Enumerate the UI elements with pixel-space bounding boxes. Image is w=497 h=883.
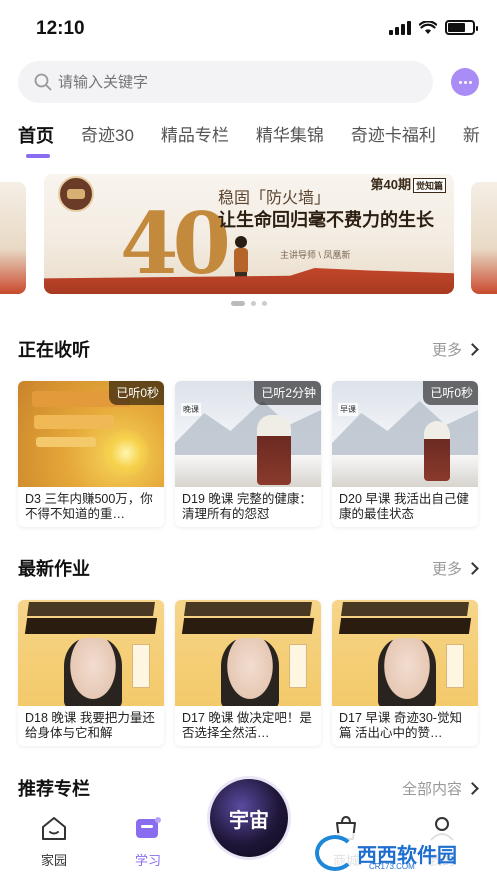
- carousel-dot[interactable]: [230, 301, 245, 306]
- battery-level: [448, 23, 466, 32]
- progress-badge: 已听0秒: [109, 381, 164, 405]
- homework-section-header: 最新作业 更多: [18, 556, 479, 580]
- card-title: D3 三年内赚500万，你不得不知道的重…: [25, 492, 153, 521]
- tab-card-benefits[interactable]: 奇迹卡福利: [351, 120, 436, 160]
- status-bar: 12:10: [0, 0, 497, 56]
- listening-card[interactable]: 晚课 已听2分钟 D19 晚课 完整的健康：清理所有的怨怼: [175, 381, 321, 527]
- tabbar-label: 家园: [40, 853, 67, 868]
- recommend-all-link[interactable]: 全部内容: [401, 778, 479, 799]
- card-title: D17 晚课 做决定吧！是否选择全然活…: [182, 711, 312, 740]
- tabbar-item-study[interactable]: 学习: [118, 815, 178, 869]
- more-label: 更多: [431, 560, 462, 578]
- card-thumbnail: 早课 已听0秒: [332, 381, 478, 487]
- more-label: 全部内容: [401, 780, 462, 798]
- tabbar-label: 宇宙: [229, 809, 269, 832]
- tabbar-label: 学习: [134, 853, 161, 868]
- study-icon: [136, 817, 161, 838]
- tab-highlights[interactable]: 精华集锦: [256, 120, 324, 160]
- status-icons: [389, 20, 478, 35]
- card-thumbnail: [18, 600, 164, 706]
- homework-more-link[interactable]: 更多: [431, 558, 479, 579]
- listening-section-header: 正在收听 更多: [18, 337, 479, 361]
- banner-prev-peek[interactable]: [0, 182, 26, 294]
- progress-badge: 已听2分钟: [254, 381, 321, 405]
- chevron-right-icon: [466, 342, 479, 356]
- more-dots-icon: [458, 80, 462, 84]
- tabbar-item-universe[interactable]: 宇宙: [210, 779, 288, 857]
- bottom-tab-bar: 家园 学习 宇宙 商城 我的 西西软件园 CR173.COM: [0, 779, 497, 883]
- tab-premium-columns[interactable]: 精品专栏: [161, 120, 229, 160]
- home-icon: [42, 817, 66, 840]
- chevron-right-icon: [466, 781, 479, 795]
- card-title: D20 早课 我活出自己健康的最佳状态: [339, 492, 469, 521]
- watermark-c-icon: [315, 835, 355, 871]
- listening-card[interactable]: 早课 已听0秒 D20 早课 我活出自己健康的最佳状态: [332, 381, 478, 527]
- status-time: 12:10: [36, 18, 85, 39]
- listening-list: 已听0秒 D3 三年内赚500万，你不得不知道的重… 晚课 已听2分钟 D19 …: [18, 381, 478, 527]
- homework-card[interactable]: D17 早课 奇迹30-觉知篇 活出心中的赞…: [332, 600, 478, 746]
- banner-issue-badge: 觉知篇: [412, 178, 446, 194]
- carousel-dots: [0, 301, 497, 306]
- tab-home[interactable]: 首页: [18, 120, 54, 160]
- more-label: 更多: [431, 341, 462, 359]
- banner-issue: 第40期 觉知篇: [370, 174, 446, 194]
- signal-icon: [389, 20, 411, 35]
- homework-card[interactable]: D18 晚课 我要把力量还给身体与它和解: [18, 600, 164, 746]
- card-thumbnail: [175, 600, 321, 706]
- banner-carousel: 40 稳固「防火墙」 让生命回归毫不费力的生长 主讲导师 \ 凤凰新 第40期觉…: [0, 174, 497, 296]
- section-title: 推荐专栏: [18, 779, 90, 799]
- brand-logo-icon: [58, 176, 94, 212]
- banner-speaker: 主讲导师 \ 凤凰新: [280, 250, 351, 260]
- search-box[interactable]: [18, 61, 433, 103]
- listening-more-link[interactable]: 更多: [431, 339, 479, 360]
- carousel-dot[interactable]: [261, 301, 267, 306]
- banner-subtitle: 让生命回归毫不费力的生长: [218, 210, 434, 230]
- card-title: D17 早课 奇迹30-觉知篇 活出心中的赞…: [339, 711, 462, 740]
- watermark-subtext: CR173.COM: [369, 862, 415, 871]
- tab-new[interactable]: 新: [463, 120, 480, 160]
- more-options-button[interactable]: [451, 68, 479, 96]
- banner-issue-number: 第40期: [370, 177, 411, 192]
- category-tabs: 首页 奇迹30 精品专栏 精华集锦 奇迹卡福利 新: [0, 120, 497, 160]
- banner-title: 稳固「防火墙」: [218, 190, 331, 207]
- banner-next-peek[interactable]: [471, 182, 497, 294]
- listening-card[interactable]: 已听0秒 D3 三年内赚500万，你不得不知道的重…: [18, 381, 164, 527]
- card-thumbnail: 晚课 已听2分钟: [175, 381, 321, 487]
- card-title: D19 晚课 完整的健康：清理所有的怨怼: [182, 492, 312, 521]
- search-icon: [34, 73, 52, 91]
- section-title: 最新作业: [18, 559, 90, 579]
- battery-icon: [445, 20, 478, 35]
- search-row: [18, 60, 479, 104]
- homework-card[interactable]: D17 晚课 做决定吧！是否选择全然活…: [175, 600, 321, 746]
- thumb-label: 早课: [338, 403, 358, 416]
- thumb-label: 晚课: [181, 403, 201, 416]
- carousel-dot[interactable]: [250, 301, 256, 306]
- card-thumbnail: 已听0秒: [18, 381, 164, 487]
- search-input[interactable]: [58, 73, 358, 91]
- wifi-icon: [419, 20, 437, 34]
- card-thumbnail: [332, 600, 478, 706]
- card-title: D18 晚课 我要把力量还给身体与它和解: [25, 711, 155, 740]
- tabbar-item-home[interactable]: 家园: [24, 815, 84, 869]
- watermark-logo: 西西软件园 CR173.COM: [309, 833, 491, 873]
- chevron-right-icon: [466, 561, 479, 575]
- homework-list: D18 晚课 我要把力量还给身体与它和解 D17 晚课 做决定吧！是否选择全然活…: [18, 600, 478, 746]
- progress-badge: 已听0秒: [423, 381, 478, 405]
- banner-slide[interactable]: 40 稳固「防火墙」 让生命回归毫不费力的生长 主讲导师 \ 凤凰新 第40期觉…: [44, 174, 454, 294]
- tab-miracle30[interactable]: 奇迹30: [81, 120, 134, 160]
- section-title: 正在收听: [18, 340, 90, 360]
